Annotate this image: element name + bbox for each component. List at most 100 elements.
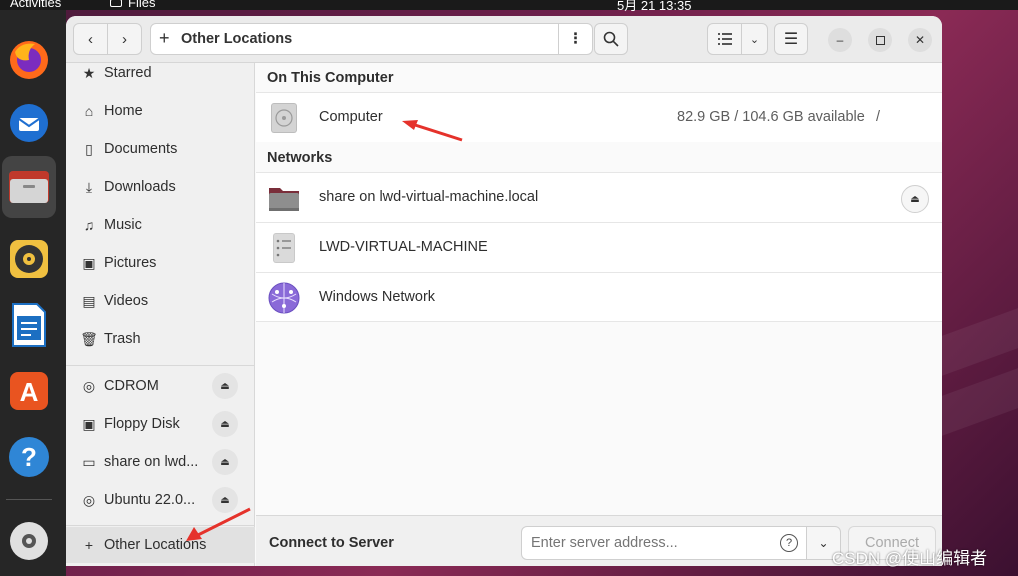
server-address-input[interactable] <box>521 526 807 560</box>
libreoffice-writer-icon[interactable] <box>6 302 52 348</box>
watermark: CSDN @使山编辑者 <box>832 549 988 568</box>
maximize-icon <box>875 35 885 45</box>
other-locations-view: On This Computer Computer 82.9 GB / 104.… <box>256 63 942 515</box>
location-row-lwd-virtual-machine[interactable]: LWD-VIRTUAL-MACHINE <box>256 222 942 272</box>
vertical-dots-icon: ⋮ <box>568 31 583 47</box>
plus-icon: + <box>84 537 94 553</box>
back-button[interactable]: ‹ <box>73 23 108 55</box>
video-icon: ▤ <box>82 292 96 309</box>
sidebar-item-trash[interactable]: 🗑 Trash <box>66 321 255 357</box>
clock[interactable]: 5月 21 13:35 <box>617 0 691 14</box>
location-name: LWD-VIRTUAL-MACHINE <box>319 239 488 255</box>
server-icon <box>273 233 295 263</box>
location-name: Computer <box>319 109 383 125</box>
sidebar-item-cdrom[interactable]: ◎ CDROM ⏏ <box>66 368 255 404</box>
chevron-left-icon: ‹ <box>88 30 93 48</box>
search-button[interactable] <box>594 23 628 55</box>
sidebar-item-label: Home <box>104 103 143 119</box>
location-bar[interactable]: + Other Locations ⋮ <box>150 23 593 55</box>
chevron-down-icon: ⌄ <box>818 536 829 550</box>
chevron-down-icon: ⌄ <box>749 33 760 46</box>
star-icon: ★ <box>82 64 96 81</box>
path-menu-button[interactable]: ⋮ <box>558 24 592 54</box>
eject-button[interactable]: ⏏ <box>212 373 238 399</box>
cdrom-icon[interactable] <box>6 518 52 564</box>
close-icon: ✕ <box>914 33 926 47</box>
location-name: Windows Network <box>319 289 436 305</box>
close-button[interactable]: ✕ <box>908 28 932 52</box>
minimize-icon: – <box>836 33 844 47</box>
location-row-network-share[interactable]: share on lwd-virtual-machine.local ⏏ <box>256 172 942 222</box>
forward-button[interactable]: › <box>107 23 142 55</box>
view-button[interactable] <box>707 23 742 55</box>
help-icon[interactable]: ? <box>780 534 798 552</box>
trash-icon: 🗑 <box>80 330 98 347</box>
sidebar-item-label: Documents <box>104 141 178 157</box>
files-icon[interactable] <box>2 156 56 218</box>
maximize-button[interactable] <box>868 28 892 52</box>
help-icon[interactable]: ? <box>6 434 52 480</box>
sidebar-item-label: share on lwd... <box>104 454 199 470</box>
disc-icon: ◎ <box>82 491 96 508</box>
svg-text:?: ? <box>21 442 37 472</box>
svg-text:A: A <box>20 377 39 407</box>
app-menu-label: Files <box>128 0 156 10</box>
list-view-icon <box>717 33 732 45</box>
location-row-computer[interactable]: Computer 82.9 GB / 104.6 GB available / <box>256 92 942 142</box>
eject-button[interactable]: ⏏ <box>901 185 929 213</box>
sidebar-item-pictures[interactable]: ▣ Pictures <box>66 245 255 281</box>
sidebar-separator <box>66 365 255 366</box>
location-row-windows-network[interactable]: Windows Network <box>256 272 942 322</box>
sidebar-item-label: CDROM <box>104 378 159 394</box>
firefox-icon[interactable] <box>6 37 52 83</box>
eject-button[interactable]: ⏏ <box>212 449 238 475</box>
floppy-icon: ▣ <box>82 415 96 432</box>
annotation-arrow-other-locations <box>186 507 251 541</box>
section-heading-networks: Networks <box>267 150 333 166</box>
eject-button[interactable]: ⏏ <box>212 411 238 437</box>
main-menu-button[interactable]: ☰ <box>774 23 808 55</box>
rhythmbox-icon[interactable] <box>6 236 52 282</box>
sidebar-item-label: Pictures <box>104 255 157 271</box>
minimize-button[interactable]: – <box>828 28 852 52</box>
app-menu[interactable]: Files <box>110 0 155 10</box>
activities-button[interactable]: Activities <box>10 0 61 10</box>
sidebar-item-videos[interactable]: ▤ Videos <box>66 283 255 319</box>
files-window: ‹ › + Other Locations ⋮ ⌄ ☰ – ✕ ★ Starre… <box>66 16 942 566</box>
storage-info: 82.9 GB / 104.6 GB available <box>677 109 865 125</box>
plus-icon: + <box>159 28 170 48</box>
sidebar-item-documents[interactable]: ▯ Documents <box>66 131 255 167</box>
sidebar-item-label: Floppy Disk <box>104 416 180 432</box>
network-folder-icon <box>269 188 299 211</box>
eject-icon: ⏏ <box>220 494 230 506</box>
app-center-icon[interactable]: A <box>6 368 52 414</box>
sidebar-item-downloads[interactable]: ⤓ Downloads <box>66 169 255 205</box>
location-label: Other Locations <box>181 31 293 47</box>
location-name: share on lwd-virtual-machine.local <box>319 189 539 205</box>
sidebar: ★ Starred ⌂ Home ▯ Documents ⤓ Downloads… <box>66 63 255 566</box>
dock-separator <box>6 499 52 500</box>
pictures-icon: ▣ <box>82 254 96 271</box>
sidebar-item-label: Videos <box>104 293 149 309</box>
sidebar-item-label: Downloads <box>104 179 176 195</box>
network-globe-icon <box>268 282 300 314</box>
eject-icon: ⏏ <box>220 418 230 430</box>
disc-icon: ◎ <box>82 377 96 394</box>
sidebar-item-network-share[interactable]: ▭ share on lwd... ⏏ <box>66 444 255 480</box>
music-icon: ♫ <box>83 217 95 233</box>
document-icon: ▯ <box>85 140 93 157</box>
eject-icon: ⏏ <box>910 193 920 205</box>
sidebar-item-music[interactable]: ♫ Music <box>66 207 255 243</box>
connect-label: Connect to Server <box>269 535 394 551</box>
sidebar-item-home[interactable]: ⌂ Home <box>66 93 255 129</box>
thunderbird-icon[interactable] <box>6 100 52 146</box>
eject-icon: ⏏ <box>220 456 230 468</box>
window-icon <box>110 0 122 7</box>
search-icon <box>603 31 619 47</box>
sidebar-item-label: Trash <box>104 331 141 347</box>
sidebar-item-floppy[interactable]: ▣ Floppy Disk ⏏ <box>66 406 255 442</box>
sidebar-item-starred[interactable]: ★ Starred <box>66 55 255 91</box>
view-options-button[interactable]: ⌄ <box>741 23 768 55</box>
network-folder-icon: ▭ <box>82 453 96 470</box>
section-heading-on-this-computer: On This Computer <box>267 70 394 86</box>
